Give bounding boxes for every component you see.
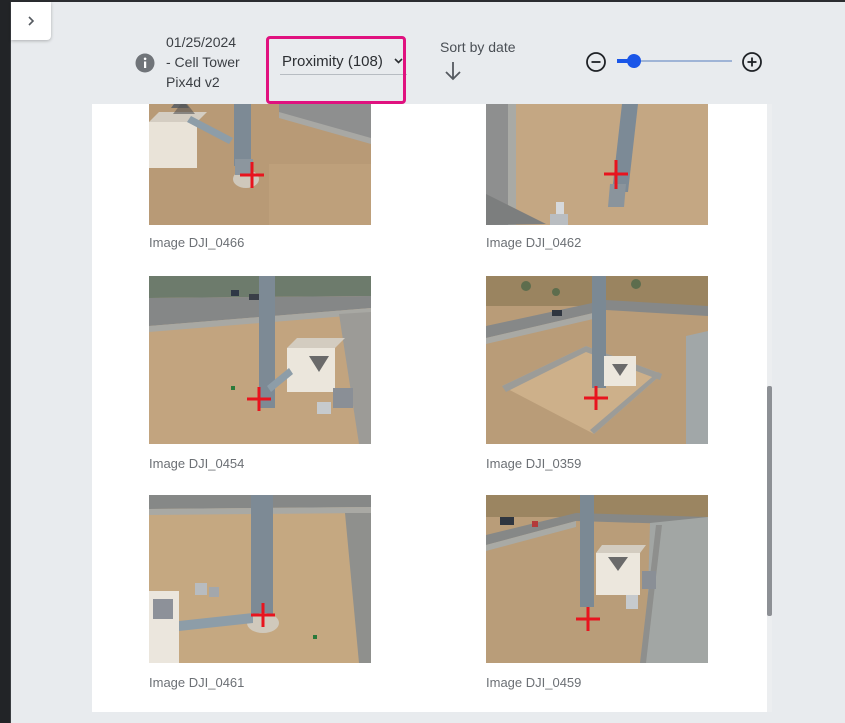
chevron-right-icon (28, 16, 35, 26)
zoom-in-icon[interactable] (741, 51, 763, 73)
image-card[interactable]: Image DJI_0359 (486, 276, 708, 471)
image-card[interactable]: Image DJI_0454 (149, 276, 371, 471)
image-card[interactable]: Image DJI_0461 (149, 495, 371, 690)
expand-panel-button[interactable] (11, 2, 51, 40)
project-name-line: 01/25/2024 (166, 34, 237, 50)
image-thumbnail[interactable] (486, 104, 708, 225)
filter-select-value: Proximity (108) (282, 53, 383, 70)
image-caption: Image DJI_0454 (149, 456, 245, 471)
image-thumbnail[interactable] (486, 495, 708, 663)
zoom-slider[interactable] (617, 52, 732, 70)
top-edge (10, 0, 845, 2)
image-card[interactable]: Image DJI_0459 (486, 495, 708, 690)
image-thumbnail[interactable] (149, 104, 371, 225)
project-name-line: Pix4d v2 (166, 74, 220, 90)
zoom-slider-thumb[interactable] (627, 54, 642, 68)
project-name: 01/25/2024 - Cell Tower Pix4d v2 (166, 32, 262, 92)
image-grid: Image DJI_0466 Image DJI_0462 Image DJI_… (92, 104, 767, 712)
background-edge (0, 0, 10, 723)
image-caption: Image DJI_0466 (149, 235, 245, 250)
arrow-down-icon[interactable] (443, 60, 463, 82)
image-caption: Image DJI_0462 (486, 235, 582, 250)
image-caption: Image DJI_0461 (149, 675, 245, 690)
sort-label[interactable]: Sort by date (440, 39, 516, 55)
zoom-out-icon[interactable] (585, 51, 607, 73)
info-icon[interactable] (135, 53, 155, 73)
image-card[interactable]: Image DJI_0466 (149, 104, 371, 250)
filter-select[interactable]: Proximity (108) (280, 50, 407, 75)
chevron-down-icon (394, 58, 403, 64)
project-name-line: - Cell Tower (166, 54, 240, 70)
image-caption: Image DJI_0359 (486, 456, 582, 471)
image-thumbnail[interactable] (149, 276, 371, 444)
image-thumbnail[interactable] (486, 276, 708, 444)
image-thumbnail[interactable] (149, 495, 371, 663)
image-card[interactable]: Image DJI_0462 (486, 104, 708, 250)
image-caption: Image DJI_0459 (486, 675, 582, 690)
scrollbar-thumb[interactable] (767, 386, 772, 616)
